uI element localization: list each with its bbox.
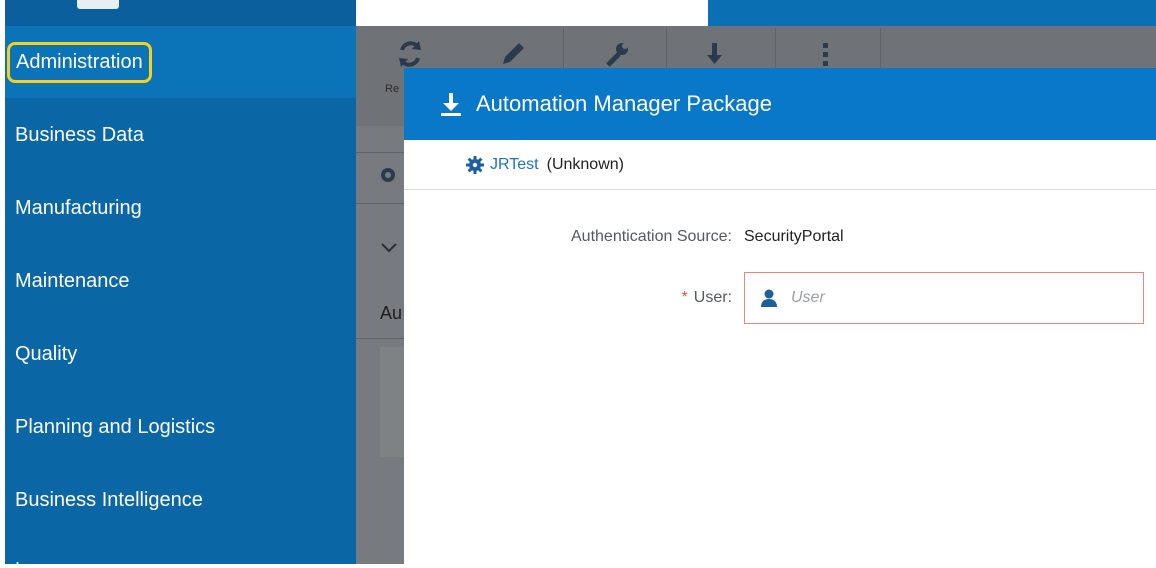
- context-state: (Unknown): [546, 155, 624, 173]
- person-icon: [759, 288, 779, 308]
- dialog-title: Automation Manager Package: [476, 91, 772, 116]
- dialog-header: Automation Manager Package: [404, 68, 1156, 140]
- auth-source-value: SecurityPortal: [744, 228, 844, 245]
- sidebar-item-label: Business Data: [15, 123, 144, 146]
- auth-source-row: Authentication Source: SecurityPortal: [404, 228, 1156, 246]
- sidebar-item-quality[interactable]: Quality: [5, 318, 356, 390]
- sidebar-item-business-intelligence[interactable]: Business Intelligence: [5, 464, 356, 536]
- user-label: User:: [693, 289, 732, 306]
- user-row: * User:: [404, 272, 1156, 324]
- download-icon: [438, 91, 464, 117]
- background-gear-icon: [378, 165, 398, 190]
- toolbar-label-stub: Re: [385, 83, 400, 95]
- context-name-link[interactable]: JRTest: [490, 156, 539, 174]
- sidebar-item-maintenance[interactable]: Maintenance: [5, 245, 356, 317]
- user-input[interactable]: [789, 288, 1093, 308]
- sidebar-item-label: Administration: [7, 41, 152, 83]
- background-text-stub: Au: [380, 303, 403, 323]
- top-tab-stub: [77, 0, 119, 9]
- context-row: JRTest (Unknown): [404, 140, 1156, 190]
- sidebar-item-label: Quality: [15, 342, 78, 365]
- required-marker: *: [681, 289, 688, 306]
- sidebar-item-planning-logistics[interactable]: Planning and Logistics: [5, 391, 356, 463]
- sidebar-item-label: Maintenance: [15, 269, 130, 292]
- sidebar-item-business-data[interactable]: Business Data: [5, 99, 356, 171]
- user-label-cell: * User:: [404, 289, 744, 307]
- chevron-down-icon[interactable]: [380, 238, 398, 259]
- sidebar-item-cutoff[interactable]: .: [15, 549, 31, 567]
- background-card-stub: [380, 347, 404, 457]
- gear-icon: [466, 155, 484, 174]
- sidebar-item-label: Planning and Logistics: [15, 415, 216, 438]
- sidebar-top-bar: [5, 0, 356, 26]
- top-bar-right: [708, 0, 1156, 26]
- sidebar-item-administration[interactable]: Administration: [5, 26, 356, 98]
- auth-source-label: Authentication Source:: [571, 228, 732, 245]
- user-field[interactable]: [744, 272, 1144, 324]
- sidebar-item-label: Business Intelligence: [15, 488, 203, 511]
- top-bar-search-area: [356, 0, 708, 26]
- background-divider: [356, 338, 404, 339]
- sidebar: Administration Business Data Manufacturi…: [5, 0, 356, 567]
- sidebar-item-manufacturing[interactable]: Manufacturing: [5, 172, 356, 244]
- automation-manager-package-dialog: Automation Manager Package JRTest (Unkno…: [404, 68, 1156, 564]
- background-divider: [356, 203, 404, 204]
- background-divider: [356, 152, 404, 153]
- sidebar-item-label: Manufacturing: [15, 196, 142, 219]
